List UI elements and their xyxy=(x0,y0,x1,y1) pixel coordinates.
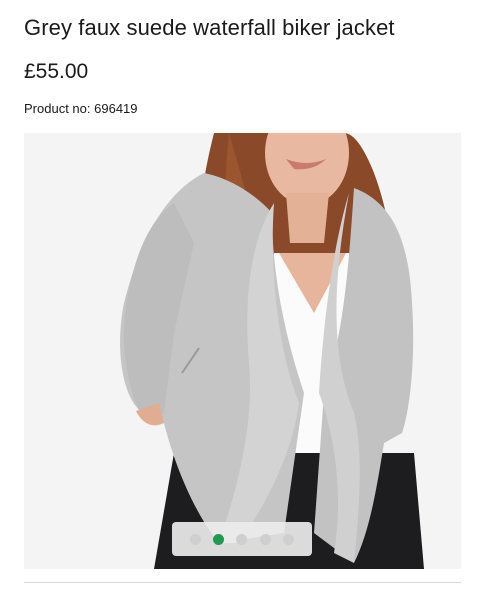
carousel-dot-3[interactable] xyxy=(236,533,248,545)
divider xyxy=(24,582,461,583)
carousel-dot-2[interactable] xyxy=(213,533,225,545)
carousel-dot-1[interactable] xyxy=(190,533,202,545)
carousel-dot-5[interactable] xyxy=(282,533,294,545)
carousel-dot-4[interactable] xyxy=(259,533,271,545)
product-page: Grey faux suede waterfall biker jacket £… xyxy=(0,0,484,600)
carousel-dots xyxy=(172,522,312,556)
product-price: £55.00 xyxy=(24,60,89,83)
product-photo xyxy=(24,133,461,569)
product-number-value: 696419 xyxy=(94,101,138,116)
product-number: Product no: 696419 xyxy=(24,100,138,118)
product-title: Grey faux suede waterfall biker jacket xyxy=(24,15,395,40)
product-image-gallery[interactable] xyxy=(24,133,461,569)
product-number-label: Product no: xyxy=(24,101,91,116)
